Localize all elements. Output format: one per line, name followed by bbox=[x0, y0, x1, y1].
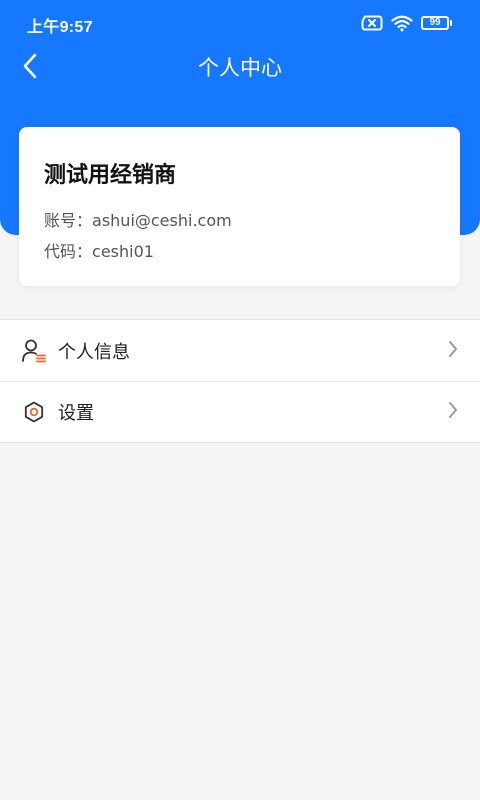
status-time: 上午9:57 bbox=[27, 19, 93, 36]
battery-level: 99 bbox=[421, 16, 449, 30]
chevron-right-icon bbox=[448, 340, 458, 362]
battery-icon: 99 bbox=[421, 16, 452, 30]
wifi-icon bbox=[391, 15, 413, 32]
account-row: 账号：ashui@ceshi.com bbox=[44, 207, 232, 231]
user-info-icon bbox=[20, 337, 48, 365]
settings-icon bbox=[20, 398, 48, 426]
code-value: ceshi01 bbox=[92, 242, 154, 261]
code-label: 代码： bbox=[44, 242, 93, 261]
nav-bar: 个人中心 bbox=[0, 46, 480, 90]
account-label: 账号： bbox=[44, 211, 93, 230]
dealer-name: 测试用经销商 bbox=[44, 163, 177, 188]
menu-item-personal-info[interactable]: 个人信息 bbox=[0, 320, 480, 381]
code-row: 代码：ceshi01 bbox=[44, 238, 154, 262]
status-icons: 99 bbox=[361, 13, 452, 33]
sim-no-signal-icon bbox=[361, 15, 383, 31]
menu-list: 个人信息 设置 bbox=[0, 319, 480, 443]
menu-item-label: 个人信息 bbox=[58, 341, 130, 363]
menu-item-settings[interactable]: 设置 bbox=[0, 381, 480, 442]
status-bar: 上午9:57 99 bbox=[0, 0, 480, 46]
account-value: ashui@ceshi.com bbox=[92, 211, 232, 230]
chevron-right-icon bbox=[448, 401, 458, 423]
battery-tip bbox=[450, 20, 452, 26]
menu-item-label: 设置 bbox=[58, 403, 94, 424]
page-title: 个人中心 bbox=[198, 56, 282, 80]
profile-card: 测试用经销商 账号：ashui@ceshi.com 代码：ceshi01 bbox=[19, 127, 460, 286]
